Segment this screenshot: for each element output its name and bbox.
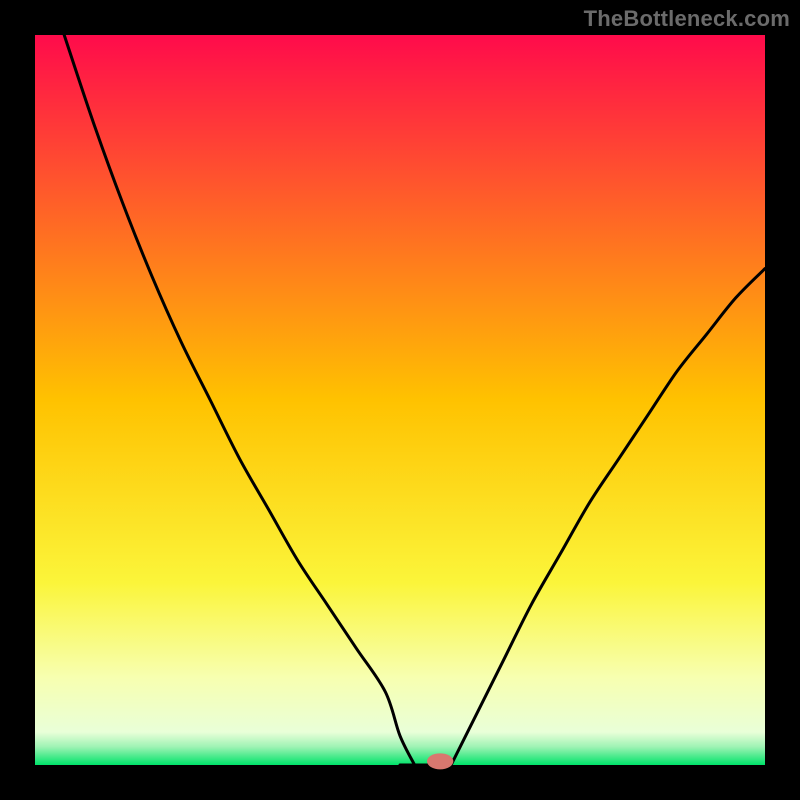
bottleneck-chart: TheBottleneck.com	[0, 0, 800, 800]
plot-area	[35, 35, 765, 765]
chart-svg	[0, 0, 800, 800]
optimum-marker	[427, 753, 453, 769]
watermark-label: TheBottleneck.com	[584, 6, 790, 32]
